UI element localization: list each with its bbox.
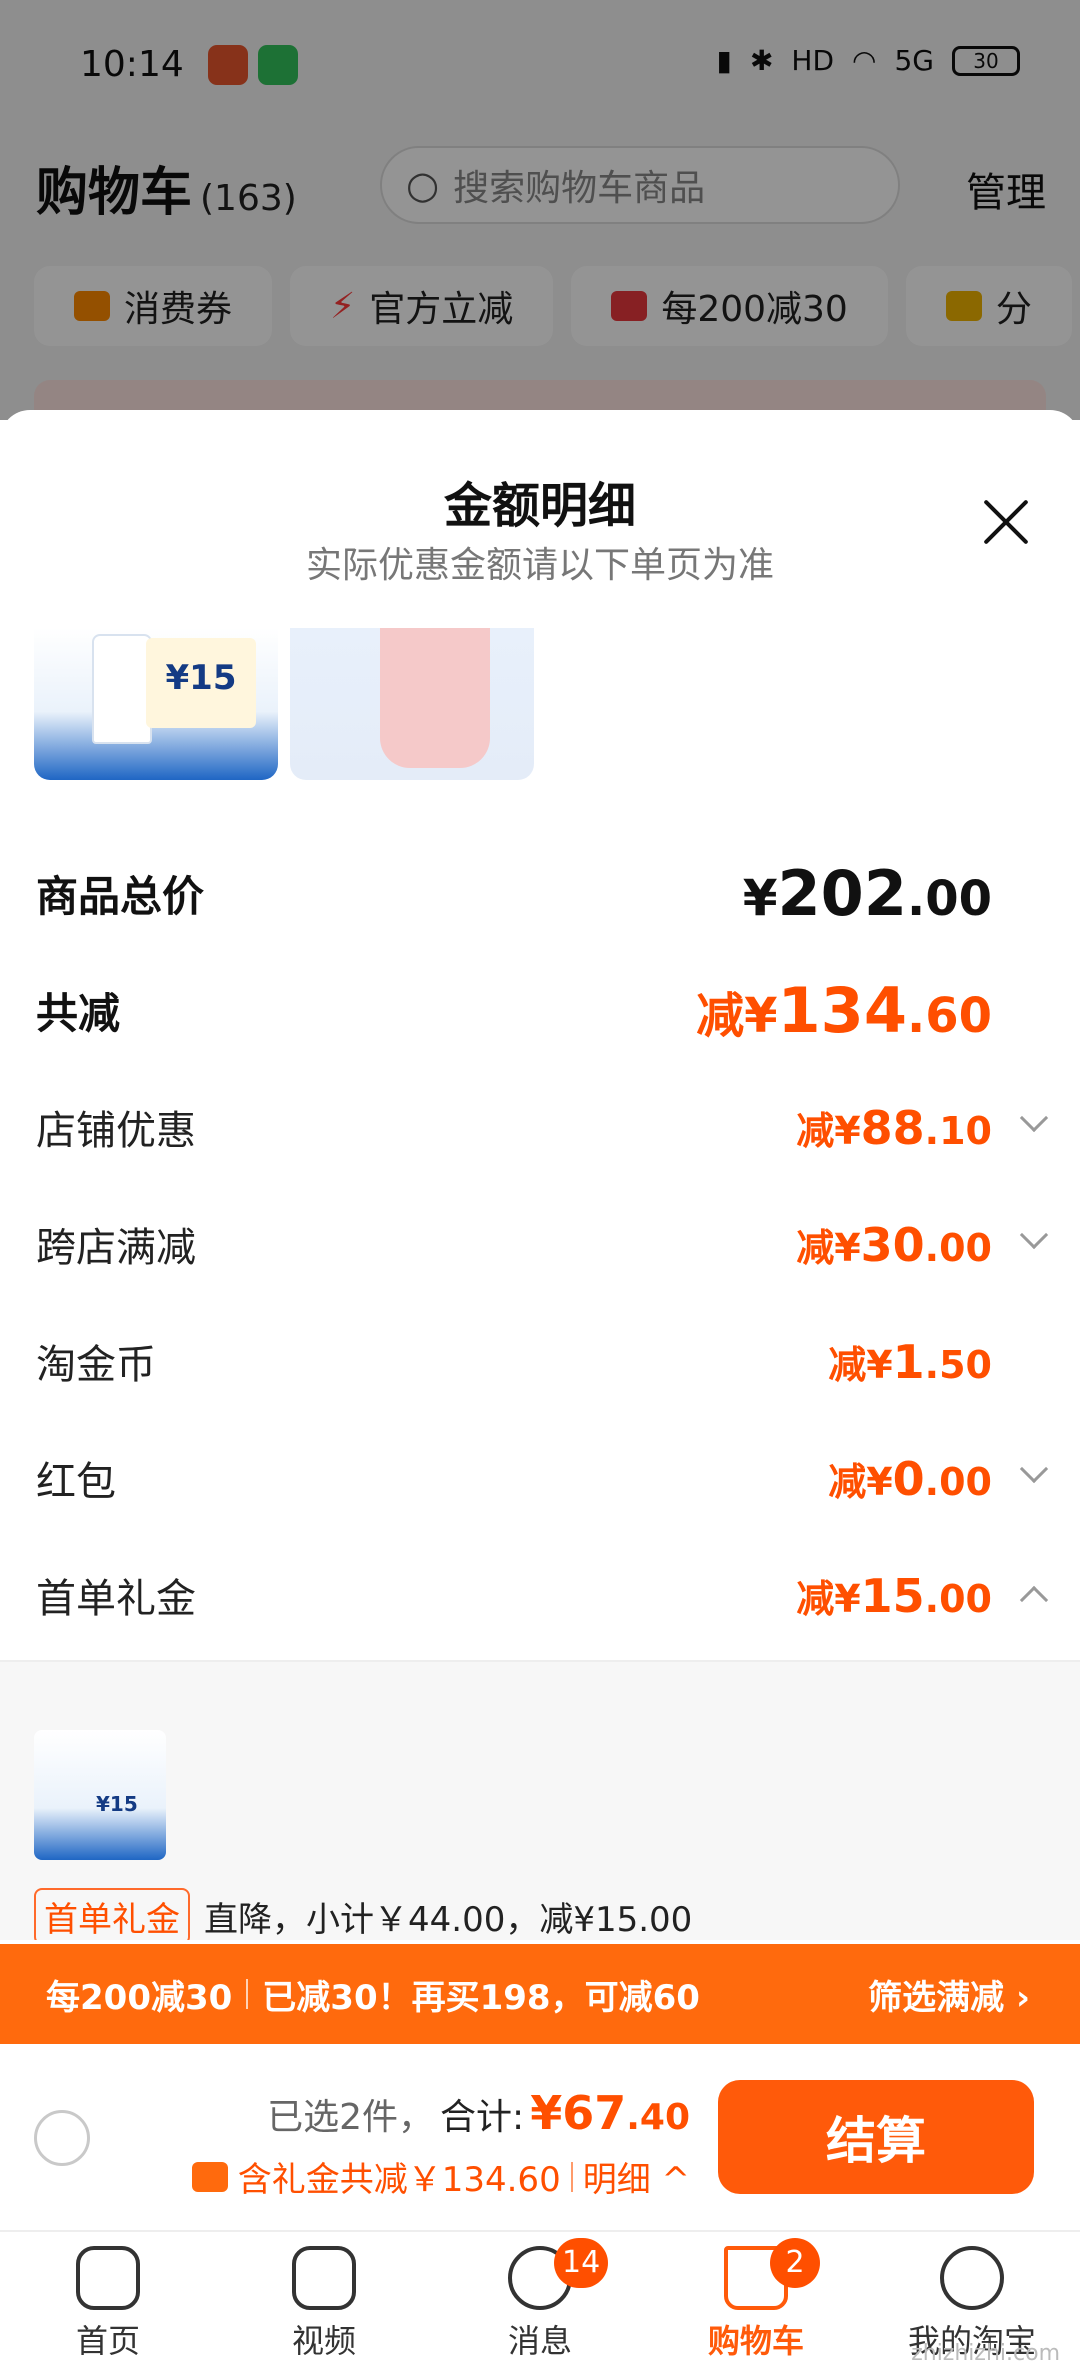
product-thumbnail[interactable]: ¥15 bbox=[34, 1730, 166, 1860]
gift-detail-text: 直降，小计￥44.00，减¥15.00 bbox=[204, 1900, 693, 1940]
bottom-tab-bar: 首页 视频 14 消息 2 购物车 我的淘宝 zhizhizhi.com bbox=[0, 2230, 1080, 2376]
row-first-order-gift[interactable]: 首单礼金 减¥15.00 bbox=[36, 1560, 1049, 1630]
coupon-value: ¥15 bbox=[96, 1792, 138, 1816]
row-total-price: 商品总价 ¥202.00 bbox=[36, 856, 1044, 930]
row-value: 减¥15.00 bbox=[796, 1568, 992, 1623]
row-value: 减¥30.00 bbox=[796, 1217, 992, 1272]
gift-icon bbox=[191, 2161, 228, 2192]
tab-cart[interactable]: 2 购物车 bbox=[648, 2232, 864, 2376]
tab-video[interactable]: 视频 bbox=[216, 2232, 432, 2376]
cross-store-promo-bar: 每200减30 已减30！再买198，可减60 筛选满减 › bbox=[0, 1944, 1080, 2044]
total-amount: ¥67.40 bbox=[530, 2086, 690, 2140]
promo-rule: 每200减30 bbox=[46, 1977, 233, 2018]
gift-tag: 首单礼金 bbox=[34, 1888, 190, 1940]
row-store-discount[interactable]: 店铺优惠 减¥88.10 bbox=[36, 1092, 1049, 1162]
selection-total: 已选2件， 合计: ¥67.40 bbox=[267, 2086, 690, 2140]
row-label: 共减 bbox=[36, 988, 121, 1038]
chevron-down-icon bbox=[1019, 1103, 1049, 1133]
row-label: 店铺优惠 bbox=[36, 1108, 196, 1154]
tshirt-image bbox=[380, 628, 490, 768]
first-order-gift-panel: ¥15 首单礼金 直降，小计￥44.00，减¥15.00 bbox=[0, 1660, 1080, 1940]
tab-label: 视频 bbox=[291, 2322, 356, 2360]
amount-detail-sheet: 金额明细 实际优惠金额请以下单页为准 ¥15 商品总价 ¥202.00 共减 减… bbox=[0, 410, 1080, 1940]
row-coins: 淘金币 减¥1.50 bbox=[36, 1326, 1044, 1396]
total-label: 合计: bbox=[440, 2097, 525, 2138]
profile-icon bbox=[940, 2246, 1004, 2310]
gift-savings-text: 含礼金共减￥134.60 bbox=[237, 2160, 561, 2200]
message-badge: 14 bbox=[554, 2238, 609, 2288]
home-icon bbox=[76, 2246, 140, 2310]
chevron-down-icon bbox=[1019, 1454, 1049, 1484]
selected-count: 已选2件， bbox=[267, 2097, 435, 2138]
promo-status: 已减30！再买198，可减60 bbox=[262, 1977, 700, 2018]
sheet-subtitle: 实际优惠金额请以下单页为准 bbox=[305, 545, 774, 586]
filter-discount-button[interactable]: 筛选满减 › bbox=[868, 1970, 1030, 2019]
divider bbox=[570, 2161, 573, 2192]
row-value: 减¥1.50 bbox=[828, 1334, 992, 1389]
watermark: zhizhizhi.com bbox=[911, 2341, 1060, 2366]
cart-badge: 2 bbox=[770, 2238, 820, 2288]
tab-label: 消息 bbox=[507, 2322, 572, 2360]
detail-toggle[interactable]: 明细 ^ bbox=[583, 2152, 690, 2201]
chevron-down-icon bbox=[1019, 1220, 1049, 1250]
chevron-up-icon bbox=[1019, 1585, 1049, 1615]
select-all-checkbox[interactable] bbox=[34, 2110, 90, 2166]
cleanser-bottle-image bbox=[92, 634, 152, 744]
checkout-button[interactable]: 结算 bbox=[718, 2080, 1034, 2194]
product-tag bbox=[304, 712, 374, 752]
row-label: 首单礼金 bbox=[36, 1576, 196, 1622]
checkout-summary: 已选2件， 合计: ¥67.40 含礼金共减￥134.60 明细 ^ 结算 bbox=[0, 2044, 1080, 2230]
gift-savings-line[interactable]: 含礼金共减￥134.60 明细 ^ bbox=[191, 2152, 690, 2201]
row-total-discount: 共减 减¥134.60 bbox=[36, 973, 1044, 1047]
coupon-badge: ¥15 bbox=[146, 638, 256, 728]
row-label: 商品总价 bbox=[36, 871, 205, 921]
close-icon[interactable] bbox=[980, 496, 1032, 548]
coupon-value: ¥15 bbox=[165, 658, 237, 698]
product-thumbnail[interactable] bbox=[290, 628, 534, 780]
row-label: 淘金币 bbox=[36, 1342, 156, 1388]
row-value: 减¥88.10 bbox=[796, 1100, 992, 1155]
tab-label: 购物车 bbox=[707, 2322, 804, 2360]
row-red-packet[interactable]: 红包 减¥0.00 bbox=[36, 1443, 1049, 1513]
row-value: 减¥134.60 bbox=[696, 973, 992, 1047]
row-label: 红包 bbox=[36, 1459, 116, 1505]
sheet-title: 金额明细 bbox=[443, 478, 636, 534]
product-thumbnail[interactable]: ¥15 bbox=[34, 628, 278, 780]
promo-divider bbox=[246, 1979, 249, 2009]
tab-messages[interactable]: 14 消息 bbox=[432, 2232, 648, 2376]
tab-label: 首页 bbox=[75, 2322, 140, 2360]
row-value: ¥202.00 bbox=[742, 856, 992, 930]
video-icon bbox=[292, 2246, 356, 2310]
tab-home[interactable]: 首页 bbox=[0, 2232, 216, 2376]
gift-detail-line: 首单礼金 直降，小计￥44.00，减¥15.00 bbox=[34, 1888, 692, 1940]
modal-overlay[interactable] bbox=[0, 0, 1080, 420]
row-value: 减¥0.00 bbox=[828, 1451, 992, 1506]
row-label: 跨店满减 bbox=[36, 1225, 196, 1271]
row-cross-store[interactable]: 跨店满减 减¥30.00 bbox=[36, 1209, 1049, 1279]
